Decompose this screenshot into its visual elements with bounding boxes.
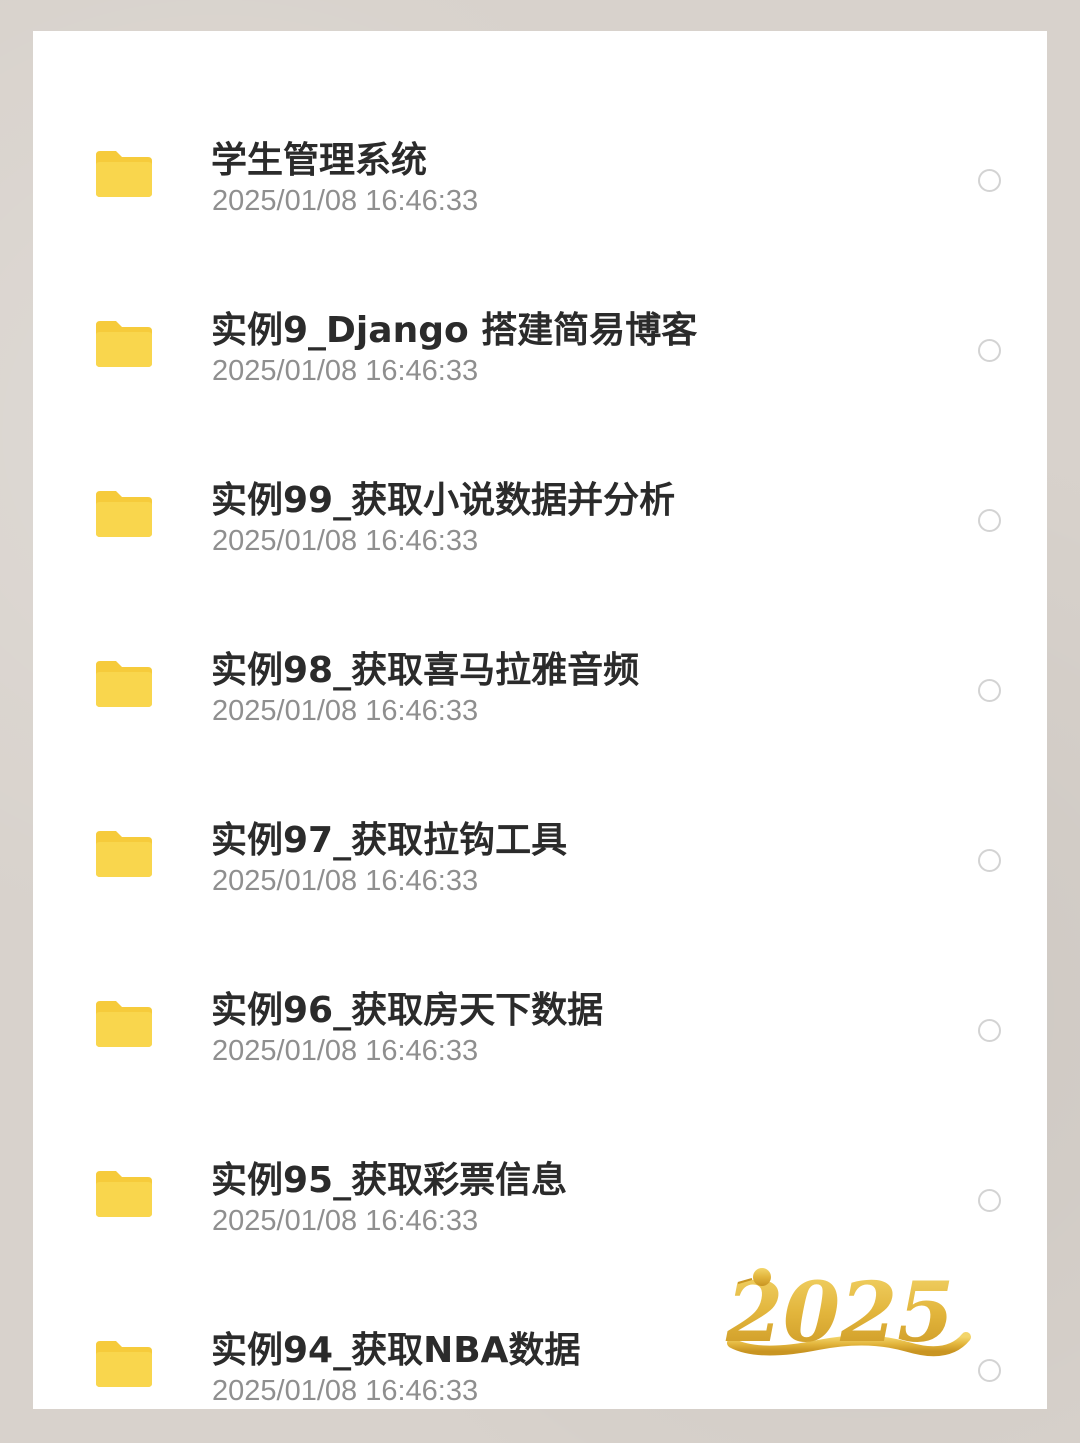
select-radio[interactable]	[978, 339, 1001, 362]
file-name: 学生管理系统	[211, 140, 428, 181]
file-date: 2025/01/08 16:46:33	[212, 185, 479, 217]
file-date: 2025/01/08 16:46:33	[212, 1205, 479, 1237]
folder-icon	[96, 491, 152, 537]
folder-icon	[96, 321, 152, 367]
file-name: 实例94_获取NBA数据	[211, 1330, 581, 1371]
folder-icon	[96, 1171, 152, 1217]
list-item[interactable]: 实例95_获取彩票信息 2025/01/08 16:46:33	[33, 1083, 1047, 1253]
file-name: 实例95_获取彩票信息	[211, 1160, 568, 1201]
list-item[interactable]: 实例97_获取拉钩工具 2025/01/08 16:46:33	[33, 743, 1047, 913]
file-date: 2025/01/08 16:46:33	[212, 525, 479, 557]
file-name: 实例97_获取拉钩工具	[211, 820, 568, 861]
file-name: 实例9_Django 搭建简易博客	[211, 310, 698, 351]
file-date: 2025/01/08 16:46:33	[212, 695, 479, 727]
select-radio[interactable]	[978, 849, 1001, 872]
select-radio[interactable]	[978, 679, 1001, 702]
folder-icon	[96, 661, 152, 707]
select-radio[interactable]	[978, 1359, 1001, 1382]
select-radio[interactable]	[978, 1019, 1001, 1042]
folder-icon	[96, 831, 152, 877]
select-radio[interactable]	[978, 1189, 1001, 1212]
file-name: 实例96_获取房天下数据	[211, 990, 604, 1031]
snake-2025-badge-icon: 2025	[725, 1265, 971, 1361]
file-date: 2025/01/08 16:46:33	[212, 865, 479, 897]
list-item[interactable]: 学生管理系统 2025/01/08 16:46:33	[33, 63, 1047, 233]
select-radio[interactable]	[978, 169, 1001, 192]
file-list: 学生管理系统 2025/01/08 16:46:33 实例9_Django 搭建…	[33, 31, 1047, 1409]
file-date: 2025/01/08 16:46:33	[212, 355, 479, 387]
folder-icon	[96, 1341, 152, 1387]
folder-icon	[96, 151, 152, 197]
select-radio[interactable]	[978, 509, 1001, 532]
list-item[interactable]: 实例98_获取喜马拉雅音频 2025/01/08 16:46:33	[33, 573, 1047, 743]
folder-icon	[96, 1001, 152, 1047]
file-date: 2025/01/08 16:46:33	[212, 1035, 479, 1067]
file-date: 2025/01/08 16:46:33	[212, 1375, 479, 1407]
file-name: 实例98_获取喜马拉雅音频	[211, 650, 640, 691]
list-item[interactable]: 实例9_Django 搭建简易博客 2025/01/08 16:46:33	[33, 233, 1047, 403]
file-name: 实例99_获取小说数据并分析	[211, 480, 676, 521]
list-item[interactable]: 实例99_获取小说数据并分析 2025/01/08 16:46:33	[33, 403, 1047, 573]
list-item[interactable]: 实例96_获取房天下数据 2025/01/08 16:46:33	[33, 913, 1047, 1083]
